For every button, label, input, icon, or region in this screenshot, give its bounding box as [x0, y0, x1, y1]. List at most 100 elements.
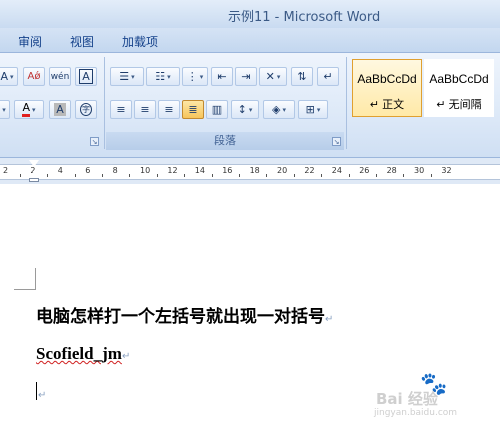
paint-bucket-icon: ◈: [272, 103, 281, 116]
align-right-button[interactable]: ≡: [158, 100, 180, 119]
tab-addins[interactable]: 加载项: [122, 33, 158, 50]
decrease-indent-button[interactable]: ⇤: [211, 67, 233, 86]
phonetic-guide-button[interactable]: wén: [49, 67, 71, 86]
highlight-dropdown-button[interactable]: ▾: [0, 100, 10, 119]
shrink-font-button[interactable]: A ▾: [0, 67, 18, 86]
ruler-tick: [375, 174, 377, 177]
ruler-number: 32: [441, 166, 452, 175]
chevron-down-icon: ▾: [248, 105, 253, 114]
clear-format-button[interactable]: Aǿ: [23, 67, 45, 86]
increase-indent-button[interactable]: ⇥: [235, 67, 257, 86]
ruler-tick: [403, 174, 405, 177]
group-divider: [104, 57, 105, 149]
bullet-list-icon: ☰: [119, 70, 130, 83]
enclose-char-icon: 字: [80, 103, 92, 116]
paragraph-mark-icon: ↵: [323, 70, 333, 83]
ruler-tick: [211, 174, 213, 177]
tab-view[interactable]: 视图: [70, 33, 94, 50]
chevron-down-icon: ▾: [10, 72, 14, 81]
char-shading-button[interactable]: A: [49, 100, 71, 119]
ruler-number: 26: [359, 166, 370, 175]
ruler-tick: [101, 174, 103, 177]
hanging-indent-marker-icon[interactable]: [29, 171, 39, 178]
chevron-down-icon: ▾: [2, 105, 6, 114]
bullets-button[interactable]: ☰ ▾: [110, 67, 144, 86]
font-color-icon: A: [22, 102, 30, 117]
chevron-down-icon: ▾: [131, 72, 135, 81]
char-border-button[interactable]: A: [75, 67, 97, 86]
numbering-button[interactable]: ☷ ▾: [146, 67, 180, 86]
chevron-down-icon: ▾: [316, 105, 321, 114]
horizontal-ruler[interactable]: 2 2 4 6 8 10 12 14 16 18 20 22 24 26 28 30 32: [0, 157, 500, 185]
align-left-button[interactable]: ≡: [110, 100, 132, 119]
align-left-icon: ≡: [116, 103, 126, 116]
ruler-tick: [430, 174, 432, 177]
document-line-title[interactable]: 电脑怎样打一个左括号就出现一对括号↵: [36, 302, 333, 327]
ruler-tick: [156, 174, 158, 177]
sort-icon: ⇅: [297, 70, 307, 83]
chevron-down-icon: ▾: [199, 72, 204, 81]
ruler-number: 10: [140, 166, 151, 175]
chevron-down-icon: ▾: [276, 72, 281, 81]
char-shading-icon: A: [54, 103, 66, 116]
justify-button[interactable]: ≣: [182, 100, 204, 119]
chevron-down-icon: ▾: [167, 72, 171, 81]
line-spacing-icon: ↕: [237, 103, 247, 116]
ruler-tick: [74, 174, 76, 177]
paragraph-dialog-launcher-icon[interactable]: ↘: [332, 137, 341, 146]
baidu-watermark: 🐾 Bai 经验 jingyan.baidu.com: [374, 372, 458, 418]
align-center-button[interactable]: ≡: [134, 100, 156, 119]
enclose-char-button[interactable]: 字: [75, 100, 97, 119]
style-normal[interactable]: AaBbCcDd ↵ 正文: [352, 59, 422, 117]
chinese-layout-icon: ✕: [265, 70, 275, 83]
ruler-number: 22: [304, 166, 315, 175]
ruler-number: 16: [222, 166, 233, 175]
distribute-button[interactable]: ▥: [206, 100, 228, 119]
font-dialog-launcher-icon[interactable]: ↘: [90, 137, 99, 146]
chevron-down-icon: ▾: [282, 105, 286, 114]
ruler-tick: [47, 174, 49, 177]
ruler-tick: [293, 174, 295, 177]
ruler-number: 18: [249, 166, 260, 175]
style-no-spacing[interactable]: AaBbCcDd ↵ 无间隔: [424, 59, 494, 117]
multilevel-list-button[interactable]: ⋮ ▾: [182, 67, 208, 86]
ribbon: A ▾ Aǿ wén A ▾ A ▾ A 字 ↘ ☰ ▾ ☷ ▾ ⋮ ▾ ⇤ ⇥ ✕ ▾ ⇅: [0, 53, 500, 157]
left-indent-marker-icon[interactable]: [29, 178, 39, 182]
chevron-down-icon: ▾: [32, 105, 36, 114]
ruler-tick: [184, 174, 186, 177]
phonetic-guide-icon: wén: [50, 71, 70, 82]
paragraph-mark-icon: ↵: [38, 390, 47, 401]
window-title: 示例11 - Microsoft Word: [228, 10, 381, 25]
multilevel-list-icon: ⋮: [186, 70, 198, 83]
chinese-layout-button[interactable]: ✕ ▾: [259, 67, 287, 86]
show-marks-button[interactable]: ↵: [317, 67, 339, 86]
font-color-button[interactable]: A ▾: [14, 100, 44, 119]
clear-format-icon: Aǿ: [27, 71, 41, 82]
char-border-icon: A: [79, 69, 93, 84]
group-divider: [346, 57, 347, 149]
ruler-tick: [348, 174, 350, 177]
shading-button[interactable]: ◈ ▾: [263, 100, 295, 119]
distribute-icon: ▥: [211, 103, 223, 116]
indent-marker-icon[interactable]: [29, 160, 39, 167]
align-center-icon: ≡: [140, 103, 150, 116]
ribbon-tabs: 审阅 视图 加载项: [0, 28, 500, 53]
tab-review[interactable]: 审阅: [18, 33, 42, 50]
ruler-number: 28: [386, 166, 397, 175]
paragraph-mark-icon: ↵: [325, 314, 334, 325]
paragraph-mark-icon: ↵: [121, 351, 131, 362]
line-spacing-button[interactable]: ↕ ▾: [231, 100, 259, 119]
ruler-tick: [129, 174, 131, 177]
ruler-tick: [266, 174, 268, 177]
ruler-number: 14: [194, 166, 205, 175]
ruler-number: 4: [57, 166, 63, 175]
ruler-number: 20: [277, 166, 288, 175]
title-bar: 示例11 - Microsoft Word: [0, 0, 500, 28]
ruler-tick: [19, 174, 21, 177]
ruler-number: 12: [167, 166, 178, 175]
paragraph-group-label: 段落: [106, 132, 344, 150]
ruler-number: 2: [3, 166, 9, 175]
document-line-author[interactable]: Scofield_jm↵: [36, 344, 130, 364]
borders-button[interactable]: ⊞ ▾: [298, 100, 328, 119]
sort-button[interactable]: ⇅: [291, 67, 313, 86]
